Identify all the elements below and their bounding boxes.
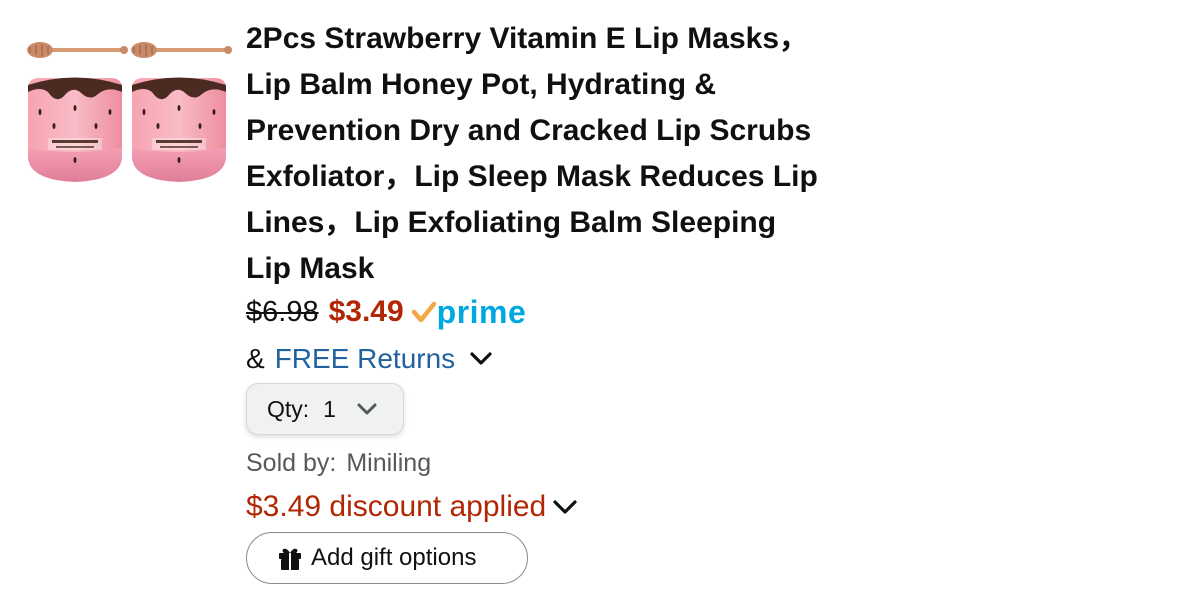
prime-logo-text: prime: [436, 293, 527, 330]
product-title[interactable]: 2Pcs Strawberry Vitamin E Lip Masks，Lip …: [246, 16, 826, 292]
quantity-label: Qty:: [267, 395, 310, 422]
gift-options-label: Add gift options: [311, 544, 477, 571]
seller-info: Sold by: Miniling: [246, 444, 431, 482]
original-price: $6.98: [246, 295, 319, 328]
returns-row: & FREE Returns: [246, 337, 493, 381]
lip-mask-jar: [28, 77, 122, 182]
prime-check-icon: [411, 301, 436, 323]
discount-row[interactable]: $3.49 discount applied: [246, 486, 578, 528]
chevron-down-icon[interactable]: [469, 351, 493, 367]
prime-badge: prime: [411, 293, 527, 331]
chevron-down-icon[interactable]: [552, 499, 578, 515]
seller-name: Miniling: [346, 448, 432, 477]
gift-icon: [277, 545, 303, 571]
quantity-value: 1: [323, 395, 336, 422]
discount-text[interactable]: $3.49 discount applied: [246, 490, 546, 524]
current-price: $3.49: [328, 295, 404, 328]
free-returns-link[interactable]: FREE Returns: [275, 343, 456, 375]
price-row: $6.98 $3.49 prime: [246, 290, 526, 334]
chevron-down-icon: [356, 402, 378, 416]
honey-dipper-icon: [27, 42, 128, 58]
lip-mask-jar: [132, 77, 226, 182]
product-thumbnail[interactable]: [20, 30, 240, 200]
add-gift-options-button[interactable]: Add gift options: [246, 532, 528, 584]
returns-prefix: &: [246, 343, 265, 374]
quantity-dropdown[interactable]: Qty: 1: [246, 383, 404, 435]
sold-by-label: Sold by:: [246, 448, 337, 477]
honey-dipper-icon: [131, 42, 232, 58]
